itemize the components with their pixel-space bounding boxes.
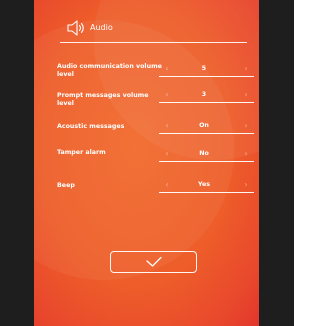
checkmark-icon xyxy=(146,256,162,267)
screen-header: Audio xyxy=(66,18,246,40)
prompt-volume-selector[interactable]: ‹ 3 › xyxy=(159,88,254,103)
chevron-left-icon[interactable]: ‹ xyxy=(162,90,172,100)
chevron-right-icon[interactable]: › xyxy=(241,180,251,190)
chevron-left-icon[interactable]: ‹ xyxy=(162,149,172,159)
setting-label-audio-volume: Audio communication volume level xyxy=(57,63,162,78)
selector-underline xyxy=(159,161,254,162)
acoustic-messages-value: On xyxy=(199,122,209,129)
selector-underline xyxy=(159,133,254,134)
selector-underline xyxy=(159,76,254,77)
setting-label-prompt-volume: Prompt messages volume level xyxy=(57,92,149,107)
chevron-right-icon[interactable]: › xyxy=(241,90,251,100)
selector-underline xyxy=(159,102,254,103)
audio-volume-value: 5 xyxy=(201,65,207,72)
tamper-alarm-selector[interactable]: ‹ No › xyxy=(159,147,254,162)
chevron-right-icon[interactable]: › xyxy=(241,121,251,131)
acoustic-messages-selector[interactable]: ‹ On › xyxy=(159,119,254,134)
page-title: Audio xyxy=(90,23,113,32)
chevron-left-icon[interactable]: ‹ xyxy=(162,64,172,74)
chevron-right-icon[interactable]: › xyxy=(241,149,251,159)
tamper-alarm-value: No xyxy=(199,150,209,157)
right-bezel xyxy=(259,0,294,326)
beep-value: Yes xyxy=(197,181,210,188)
audio-settings-screen: Audio Audio communication volume level ‹… xyxy=(34,0,259,326)
speaker-volume-icon xyxy=(67,20,84,36)
selector-underline xyxy=(159,192,254,193)
setting-label-acoustic-messages: Acoustic messages xyxy=(57,123,125,130)
left-bezel xyxy=(0,0,34,326)
confirm-button[interactable] xyxy=(110,251,197,273)
chevron-left-icon[interactable]: ‹ xyxy=(162,121,172,131)
setting-label-beep: Beep xyxy=(57,182,75,189)
header-divider xyxy=(60,42,247,43)
chevron-left-icon[interactable]: ‹ xyxy=(162,180,172,190)
setting-label-tamper-alarm: Tamper alarm xyxy=(57,149,106,156)
chevron-right-icon[interactable]: › xyxy=(241,64,251,74)
audio-volume-selector[interactable]: ‹ 5 › xyxy=(159,62,254,77)
prompt-volume-value: 3 xyxy=(201,91,207,98)
device-frame: Audio Audio communication volume level ‹… xyxy=(0,0,294,326)
beep-selector[interactable]: ‹ Yes › xyxy=(159,178,254,193)
